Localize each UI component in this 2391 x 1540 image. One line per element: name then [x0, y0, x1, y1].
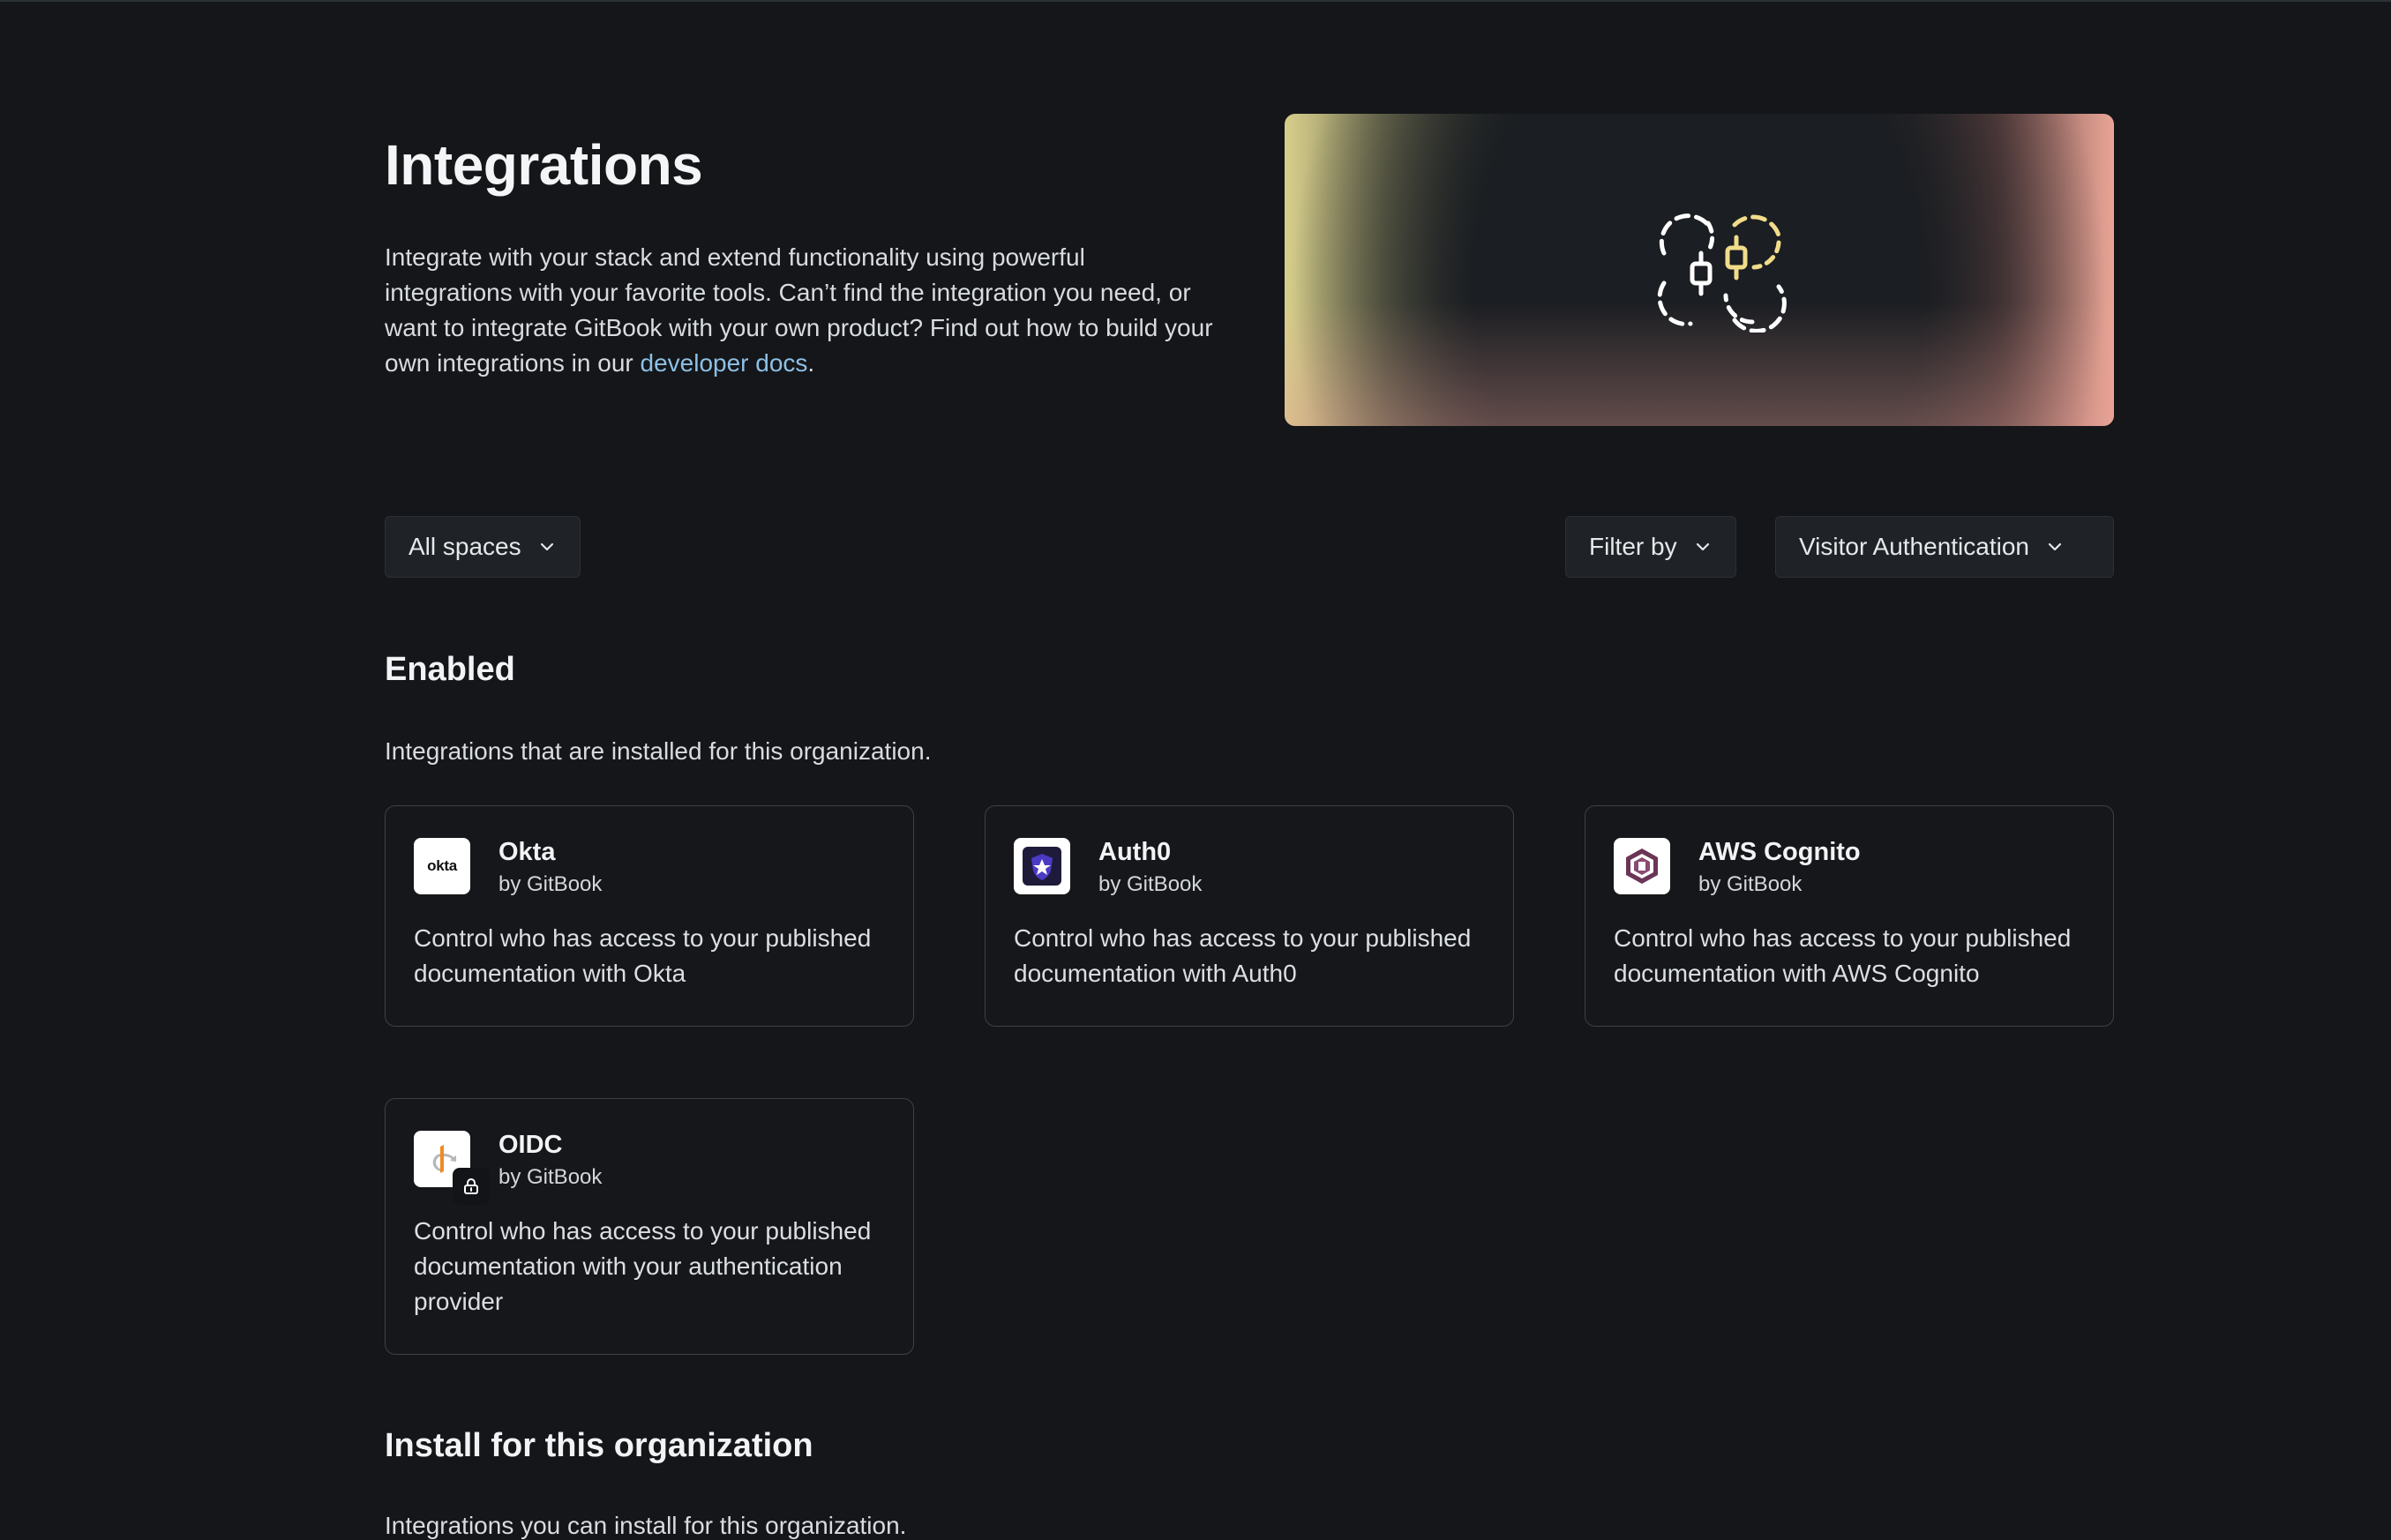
cognito-hexagon-icon: [1626, 848, 1658, 884]
page-title: Integrations: [385, 133, 703, 197]
integration-name: Auth0: [1098, 838, 1172, 866]
install-section-title: Install for this organization: [385, 1427, 813, 1464]
integration-author: by GitBook: [1698, 872, 1803, 896]
okta-logo-text: okta: [427, 857, 457, 874]
integration-name: Okta: [498, 838, 556, 866]
integrations-page: Integrations Integrate with your stack a…: [385, 0, 2114, 1539]
filter-by-dropdown[interactable]: Filter by: [1565, 516, 1736, 578]
developer-docs-link[interactable]: developer docs: [641, 349, 808, 377]
category-dropdown-label: Visitor Authentication: [1799, 533, 2029, 560]
integration-nodes-icon: [1657, 213, 1787, 333]
chevron-down-icon: [540, 542, 553, 551]
enabled-section-description: Integrations that are installed for this…: [385, 737, 932, 765]
integration-name: AWS Cognito: [1698, 838, 1861, 866]
integration-author: by GitBook: [498, 872, 603, 896]
enabled-section-title: Enabled: [385, 651, 515, 688]
install-section-description: Integrations you can install for this or…: [385, 1512, 907, 1539]
lock-icon: [453, 1168, 490, 1205]
intro-end: .: [807, 349, 815, 377]
integration-card-auth0[interactable]: Auth0 by GitBook Control who has access …: [985, 805, 1514, 1027]
okta-logo-icon: okta: [414, 838, 470, 894]
integration-description: Control who has access to your published…: [1014, 924, 1472, 987]
integration-description: Control who has access to your published…: [414, 924, 872, 987]
filter-by-label: Filter by: [1589, 533, 1677, 560]
spaces-dropdown-label: All spaces: [408, 533, 521, 560]
aws-cognito-logo-icon: [1614, 838, 1670, 894]
integration-card-okta[interactable]: okta Okta by GitBook Control who has acc…: [385, 805, 914, 1027]
intro-paragraph: Integrate with your stack and extend fun…: [385, 240, 1214, 381]
integration-author: by GitBook: [498, 1165, 603, 1189]
category-dropdown[interactable]: Visitor Authentication: [1775, 516, 2114, 578]
spaces-dropdown[interactable]: All spaces: [385, 516, 581, 578]
hero-banner: [1285, 114, 2114, 426]
chevron-down-icon: [1696, 542, 1709, 551]
integration-name: OIDC: [498, 1131, 563, 1159]
auth0-logo-icon: [1014, 838, 1070, 894]
chevron-down-icon: [2048, 542, 2062, 551]
integration-card-aws-cognito[interactable]: AWS Cognito by GitBook Control who has a…: [1585, 805, 2114, 1027]
integration-description: Control who has access to your published…: [1614, 924, 2072, 987]
integration-description: Control who has access to your published…: [414, 1217, 872, 1315]
auth0-shield-icon: [1023, 847, 1061, 886]
integration-author: by GitBook: [1098, 872, 1203, 896]
integration-card-oidc[interactable]: OIDC by GitBook Control who has access t…: [385, 1098, 914, 1355]
